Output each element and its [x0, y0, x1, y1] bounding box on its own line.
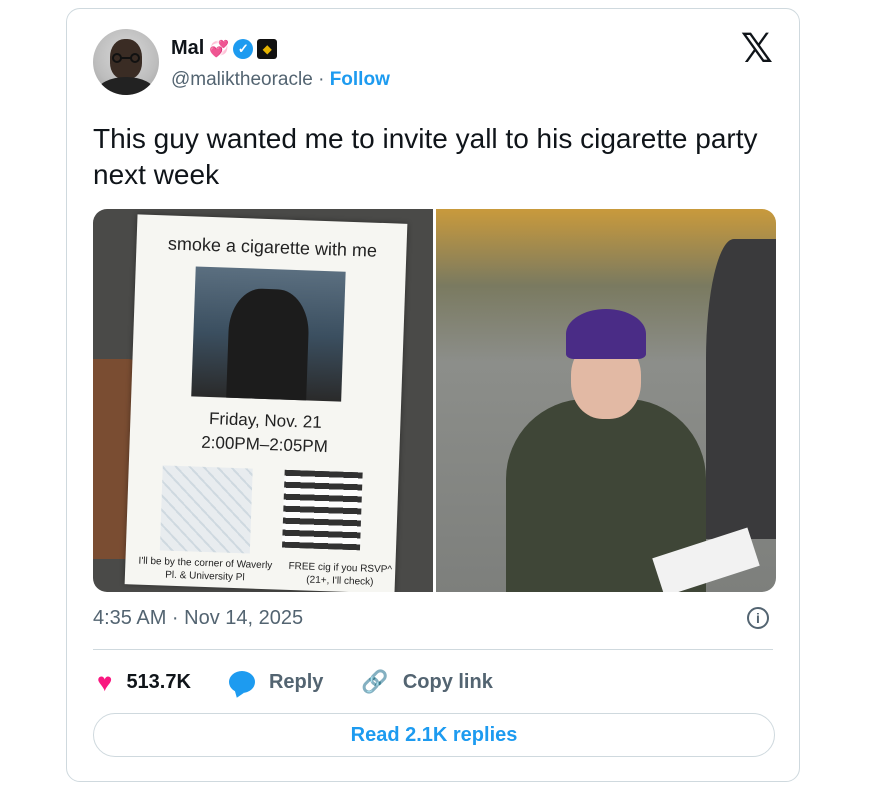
flyer: smoke a cigarette with me Friday, Nov. 2… — [124, 214, 408, 592]
photo-man[interactable] — [436, 209, 776, 592]
photo-flyer[interactable]: smoke a cigarette with me Friday, Nov. 2… — [93, 209, 433, 592]
tweet-text: This guy wanted me to invite yall to his… — [93, 123, 758, 190]
reply-label: Reply — [268, 670, 324, 693]
tweet-timestamp[interactable]: 4:35 AM · Nov 14, 2025 — [93, 607, 303, 630]
author-handle[interactable]: @maliktheoracle — [171, 69, 313, 90]
flyer-location: I'll be by the corner of Waverly Pl. & U… — [138, 555, 273, 584]
flyer-title: smoke a cigarette with me — [167, 233, 378, 261]
avatar[interactable] — [93, 29, 159, 95]
verified-badge-icon: ✓ — [233, 38, 254, 59]
flyer-photo — [191, 266, 346, 402]
media-grid: smoke a cigarette with me Friday, Nov. 2… — [93, 209, 776, 592]
info-icon[interactable]: i — [747, 607, 769, 629]
handle-separator: · — [318, 69, 325, 90]
woman-figure — [706, 239, 776, 539]
read-replies-button[interactable]: Read 2.1K replies — [93, 713, 775, 757]
avatar-glasses — [112, 53, 140, 63]
action-bar: ♥ 513.7K Reply 🔗 Copy link — [97, 669, 531, 695]
affiliate-badge-icon: ◆ — [257, 38, 278, 59]
copy-link-label: Copy link — [402, 670, 493, 693]
x-logo-icon[interactable]: 𝕏 — [741, 29, 773, 69]
flyer-person — [226, 287, 310, 401]
like-count: 513.7K — [126, 670, 191, 693]
man-hat — [566, 309, 646, 359]
avatar-body — [97, 77, 155, 95]
flyer-free-offer: FREE cig if you RSVP^ (21+, I'll check) — [288, 560, 393, 588]
author-handle-row: @maliktheoracle · Follow — [171, 69, 390, 91]
like-button[interactable]: ♥ 513.7K — [97, 669, 191, 695]
reply-icon — [228, 671, 255, 693]
flyer-qr-code — [281, 469, 363, 551]
link-icon: 🔗 — [361, 669, 389, 694]
divider — [93, 649, 773, 650]
author-name-row: Mal 💞 ✓ ◆ — [171, 37, 278, 60]
man-figure — [506, 299, 706, 592]
flyer-date-block: Friday, Nov. 21 2:00PM–2:05PM — [129, 404, 401, 461]
copy-link-button[interactable]: 🔗 Copy link — [361, 671, 492, 694]
tweet-card: Mal 💞 ✓ ◆ @maliktheoracle · Follow 𝕏 Thi… — [66, 8, 800, 782]
follow-button[interactable]: Follow — [330, 69, 390, 90]
reply-button[interactable]: Reply — [228, 670, 324, 694]
heart-icon: ♥ — [97, 667, 113, 697]
flyer-map — [159, 465, 253, 554]
author-name[interactable]: Mal — [171, 37, 204, 60]
hearts-emoji: 💞 — [209, 40, 230, 58]
